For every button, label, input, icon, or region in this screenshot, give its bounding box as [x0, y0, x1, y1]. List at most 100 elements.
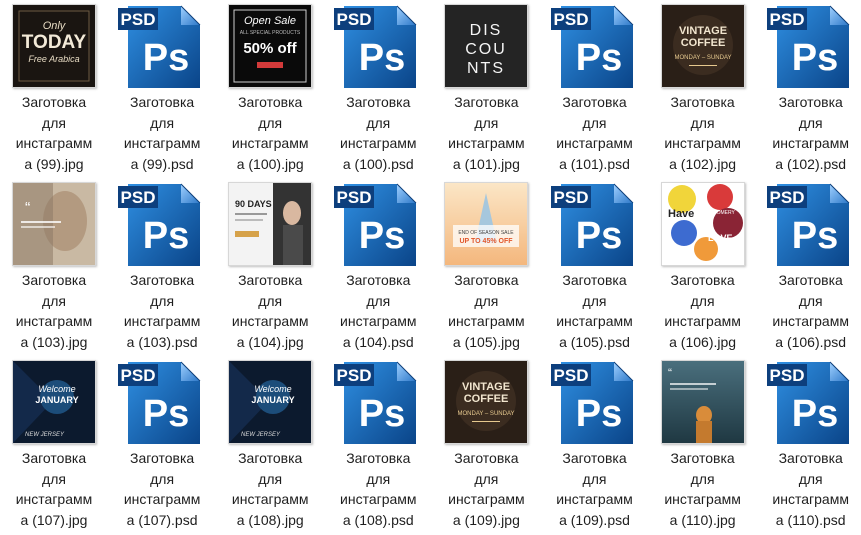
- file-name-line: а (103).psd: [126, 333, 198, 350]
- file-name-line: Заготовка: [562, 450, 627, 466]
- jpg-file-item[interactable]: VINTAGE COFFEE MONDAY – SUNDAY Заготовка…: [649, 0, 757, 176]
- jpg-file-item[interactable]: Open Sale ALL SPECIAL PRODUCTS 50% off З…: [216, 0, 324, 176]
- file-name-line: для: [366, 292, 391, 309]
- image-thumbnail-icon: VINTAGE COFFEE MONDAY – SUNDAY: [444, 360, 529, 444]
- file-name-line: Заготовка: [670, 94, 735, 110]
- file-name-label: Заготовка для инстаграмм а (109).jpg: [432, 448, 540, 530]
- file-name-label: Заготовка для инстаграмм а (99).psd: [108, 92, 216, 174]
- svg-text:MONDAY – SUNDAY: MONDAY – SUNDAY: [458, 411, 515, 417]
- file-name-line: а (103).jpg: [20, 333, 88, 350]
- file-name-line: Заготовка: [562, 94, 627, 110]
- file-name-line: а (110).psd: [775, 511, 846, 528]
- jpg-file-item[interactable]: 90 DAYS Заготовка для инстаграмм а (104).jp…: [216, 178, 324, 354]
- file-name-line: для: [42, 114, 66, 131]
- svg-text:VINTAGE: VINTAGE: [462, 381, 510, 393]
- image-preview: 90 DAYS: [228, 182, 313, 266]
- file-name-line: инстаграмм: [15, 491, 93, 507]
- svg-text:Ps: Ps: [359, 215, 405, 257]
- svg-text:PSD: PSD: [769, 10, 804, 29]
- psd-file-item[interactable]: PSD Ps Заготовка для инстаграмм а (108).psd: [324, 356, 432, 532]
- file-name-line: Заготовка: [129, 94, 195, 110]
- file-name-label: Заготовка для инстаграмм а (107).psd: [108, 448, 216, 530]
- file-name-line: а (100).psd: [342, 155, 414, 172]
- svg-text:Ps: Ps: [575, 393, 621, 435]
- file-name-line: Заготовка: [454, 450, 519, 466]
- psd-file-item[interactable]: PSD Ps Заготовка для инстаграмм а (109).psd: [541, 356, 649, 532]
- file-name-line: Заготовка: [778, 450, 843, 466]
- file-name-label: Заготовка для инстаграмм а (102).jpg: [649, 92, 757, 174]
- svg-text:JANUARY: JANUARY: [35, 395, 78, 405]
- photoshop-psd-file-icon: PSD Ps: [550, 4, 637, 88]
- jpg-file-item[interactable]: END OF SEASON SALE UP TO 45% OFF Заготовк…: [432, 178, 540, 354]
- file-name-line: для: [474, 470, 499, 487]
- photoshop-psd-file-icon: PSD Ps: [334, 4, 420, 88]
- svg-text:PSD: PSD: [553, 188, 588, 207]
- psd-file-item[interactable]: PSD Ps Заготовка для инстаграмм а (107).psd: [108, 356, 216, 532]
- file-name-label: Заготовка для инстаграмм а (110).jpg: [649, 448, 757, 530]
- file-name-label: Заготовка для инстаграмм а (99).jpg: [0, 92, 108, 174]
- file-name-line: а (99).jpg: [24, 155, 84, 172]
- image-thumbnail-icon: DIS COU NTS: [444, 4, 529, 88]
- file-name-line: для: [474, 114, 499, 131]
- file-name-line: а (102).jpg: [669, 155, 737, 172]
- svg-text:Have: Have: [668, 208, 694, 220]
- file-name-line: для: [582, 114, 607, 131]
- file-name-line: Заготовка: [454, 272, 519, 288]
- file-name-line: для: [258, 114, 283, 131]
- file-name-line: для: [474, 292, 499, 309]
- jpg-file-item[interactable]: “ Заготовка для инстаграмм а (103).jpg: [0, 178, 108, 354]
- psd-file-item[interactable]: PSD Ps Заготовка для инстаграмм а (106).psd: [757, 178, 861, 354]
- svg-text:PSD: PSD: [121, 188, 156, 207]
- image-thumbnail-icon: 90 DAYS: [228, 182, 313, 266]
- image-thumbnail-icon: END OF SEASON SALE UP TO 45% OFF: [444, 182, 529, 266]
- file-name-line: а (102).psd: [775, 155, 847, 172]
- jpg-file-item[interactable]: Welcome JANUARY NEW JERSEY Заготовка для ин…: [216, 356, 324, 532]
- jpg-file-item[interactable]: “ Заготовка для инстаграмм а (110).jpg: [649, 356, 757, 532]
- jpg-file-item[interactable]: Welcome JANUARY NEW JERSEY Заготовка для ин…: [0, 356, 108, 532]
- jpg-file-item[interactable]: Only TODAY Free Arabica Заготовка для инста…: [0, 0, 108, 176]
- jpg-file-item[interactable]: Have MONTGOMERY LOVE Заготовка для инстагра…: [649, 178, 757, 354]
- file-name-line: для: [582, 292, 607, 309]
- file-name-line: инстаграмм: [556, 313, 633, 329]
- psd-file-item[interactable]: PSD Ps Заготовка для инстаграмм а (101).psd: [541, 0, 649, 176]
- photoshop-psd-file-icon: PSD Ps: [118, 182, 204, 266]
- jpg-file-item[interactable]: DIS COU NTS Заготовка для инстаграмм а (101)…: [432, 0, 540, 176]
- svg-text:TODAY: TODAY: [22, 32, 87, 53]
- file-name-line: для: [150, 470, 175, 487]
- file-name-label: Заготовка для инстаграмм а (105).jpg: [432, 270, 540, 352]
- file-name-label: Заготовка для инстаграмм а (102).psd: [757, 92, 861, 174]
- file-name-line: инстаграмм: [772, 491, 849, 507]
- svg-text:COU: COU: [466, 41, 508, 58]
- file-name-line: для: [582, 470, 607, 487]
- svg-text:PSD: PSD: [769, 366, 804, 385]
- psd-file-item[interactable]: PSD Ps Заготовка для инстаграмм а (99).psd: [108, 0, 216, 176]
- file-name-label: Заготовка для инстаграмм а (103).psd: [108, 270, 216, 352]
- psd-file-item[interactable]: PSD Ps Заготовка для инстаграмм а (100).psd: [324, 0, 432, 176]
- psd-file-item[interactable]: PSD Ps Заготовка для инстаграмм а (110).psd: [757, 356, 861, 532]
- svg-text:90 DAYS: 90 DAYS: [235, 199, 272, 209]
- svg-text:Free Arabica: Free Arabica: [28, 54, 79, 64]
- image-preview: “: [12, 182, 96, 266]
- file-name-line: для: [690, 470, 715, 487]
- svg-text:Ps: Ps: [575, 37, 621, 79]
- jpg-file-item[interactable]: VINTAGE COFFEE MONDAY – SUNDAY Заготовка…: [432, 356, 540, 532]
- file-name-line: для: [258, 292, 283, 309]
- file-name-line: для: [150, 114, 175, 131]
- file-name-line: а (101).psd: [559, 155, 630, 172]
- psd-file-item[interactable]: PSD Ps Заготовка для инстаграмм а (102).psd: [757, 0, 861, 176]
- photoshop-psd-file-icon: PSD Ps: [118, 360, 204, 444]
- file-name-line: Заготовка: [562, 272, 627, 288]
- file-name-label: Заготовка для инстаграмм а (108).psd: [324, 448, 432, 530]
- file-name-line: а (101).jpg: [452, 155, 520, 172]
- psd-file-item[interactable]: PSD Ps Заготовка для инстаграмм а (103).psd: [108, 178, 216, 354]
- psd-file-item[interactable]: PSD Ps Заготовка для инстаграмм а (104).psd: [324, 178, 432, 354]
- file-name-line: для: [42, 470, 66, 487]
- image-thumbnail-icon: VINTAGE COFFEE MONDAY – SUNDAY: [660, 4, 745, 88]
- svg-text:“: “: [25, 200, 30, 217]
- file-name-line: Заготовка: [670, 272, 735, 288]
- svg-text:UP TO 45% OFF: UP TO 45% OFF: [460, 238, 514, 245]
- psd-file-item[interactable]: PSD Ps Заготовка для инстаграмм а (105).psd: [541, 178, 649, 354]
- svg-text:“: “: [668, 366, 672, 380]
- svg-text:PSD: PSD: [337, 366, 372, 385]
- file-name-line: для: [150, 292, 175, 309]
